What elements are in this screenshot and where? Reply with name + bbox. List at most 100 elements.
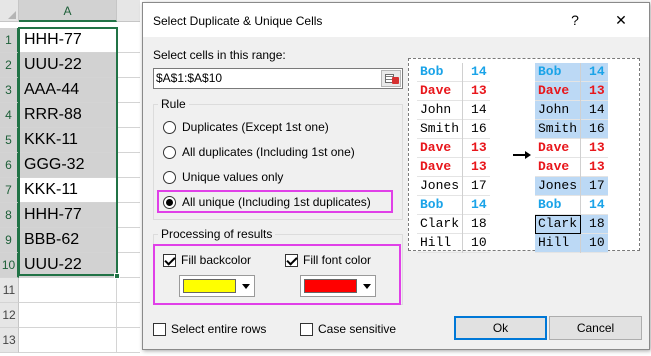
cell-b[interactable]	[117, 278, 140, 303]
preview-value: 10	[580, 233, 608, 253]
range-select-button[interactable]	[381, 70, 401, 87]
cell-b[interactable]	[117, 78, 140, 103]
help-button[interactable]: ?	[555, 8, 595, 32]
preview-name: Bob	[535, 63, 582, 82]
preview-row: John 14	[417, 100, 490, 120]
cell-b[interactable]	[117, 53, 140, 78]
rule-option-label-2: All duplicates (Including 1st one)	[182, 145, 355, 159]
cell-b[interactable]	[117, 103, 140, 128]
cell-b[interactable]	[117, 253, 140, 278]
fontcolor-chevron-down-icon	[363, 284, 371, 289]
cell-a[interactable]: KKK-11	[19, 178, 117, 203]
preview-value: 17	[471, 178, 487, 193]
preview-name: John	[417, 100, 464, 120]
cell-b[interactable]	[117, 28, 140, 53]
cell-b[interactable]	[117, 303, 140, 328]
row-header[interactable]: 7	[0, 178, 19, 203]
preview-row: Dave 13	[417, 81, 490, 101]
preview-name: Dave	[417, 81, 464, 101]
row-header[interactable]: 11	[0, 278, 19, 303]
cell-a[interactable]: UUU-22	[19, 53, 117, 78]
range-label: Select cells in this range:	[153, 48, 286, 62]
row-header[interactable]: 13	[0, 328, 19, 353]
rule-option-unique-only[interactable]: Unique values only	[163, 168, 283, 186]
preview-value: 10	[471, 235, 487, 250]
cell-a[interactable]: KKK-11	[19, 128, 117, 153]
row-header[interactable]: 1	[0, 28, 19, 53]
preview-value: 13	[580, 81, 608, 101]
cell-a[interactable]	[19, 328, 117, 353]
range-input[interactable]: $A$1:$A$10	[153, 68, 403, 89]
preview-row: Clark 18	[417, 214, 490, 234]
preview-row: Dave 13	[535, 138, 608, 158]
preview-name: Bob	[417, 63, 464, 82]
row-header[interactable]: 8	[0, 203, 19, 228]
preview-name: Hill	[417, 233, 464, 253]
column-header-b[interactable]	[117, 0, 140, 22]
cell-a[interactable]: RRR-88	[19, 103, 117, 128]
fill-backcolor-checkbox[interactable]	[163, 253, 176, 267]
fill-handle[interactable]	[114, 273, 120, 279]
cancel-button[interactable]: Cancel	[549, 316, 642, 340]
rule-option-all-unique[interactable]: All unique (Including 1st duplicates)	[163, 193, 371, 211]
cell-a[interactable]: BBB-62	[19, 228, 117, 253]
backcolor-dropdown[interactable]	[179, 275, 255, 297]
fill-font-label: Fill font color	[303, 253, 372, 267]
preview-name: Dave	[535, 81, 582, 101]
cell-b[interactable]	[117, 178, 140, 203]
cell-a[interactable]: UUU-22	[19, 253, 117, 278]
rule-radio-4[interactable]	[163, 195, 176, 209]
spreadsheet: A 1 HHH-77 2 UUU-22 3 AAA-44 4 RRR-88 5 KKK-11 6 GG…	[0, 0, 140, 356]
cell-b[interactable]	[117, 203, 140, 228]
case-sensitive-option[interactable]: Case sensitive	[300, 320, 396, 338]
row-header[interactable]: 12	[0, 303, 19, 328]
case-sensitive-checkbox[interactable]	[300, 322, 313, 336]
cell-a[interactable]	[19, 278, 117, 303]
select-entire-rows-option[interactable]: Select entire rows	[153, 320, 266, 338]
select-all-triangle	[8, 11, 16, 19]
preview-value: 16	[580, 119, 608, 139]
preview-value: 14	[580, 63, 608, 82]
cell-a[interactable]: GGG-32	[19, 153, 117, 178]
backcolor-chevron-down-icon	[242, 284, 250, 289]
cell-a[interactable]: HHH-77	[19, 28, 117, 53]
row-header[interactable]: 5	[0, 128, 19, 153]
close-button[interactable]: ✕	[601, 8, 641, 32]
row-header[interactable]: 2	[0, 53, 19, 78]
fill-font-checkbox[interactable]	[285, 253, 298, 267]
ok-button[interactable]: Ok	[454, 316, 547, 340]
dialog-titlebar[interactable]: Select Duplicate & Unique Cells ? ✕	[143, 3, 649, 37]
preview-row: Smith 16	[535, 119, 608, 139]
select-entire-rows-checkbox[interactable]	[153, 322, 166, 336]
row-header[interactable]: 6	[0, 153, 19, 178]
rule-radio-2[interactable]	[163, 145, 176, 159]
cell-b[interactable]	[117, 153, 140, 178]
cell-a[interactable]: AAA-44	[19, 78, 117, 103]
row-header[interactable]: 9	[0, 228, 19, 253]
rule-option-all-duplicates[interactable]: All duplicates (Including 1st one)	[163, 143, 355, 161]
preview-row: Dave 13	[535, 81, 608, 101]
select-all-corner[interactable]	[0, 0, 19, 22]
preview-row: Hill 10	[417, 233, 490, 253]
cell-a[interactable]: HHH-77	[19, 203, 117, 228]
cell-b[interactable]	[117, 228, 140, 253]
preview-value: 14	[589, 197, 605, 212]
preview-value: 13	[589, 140, 605, 155]
preview-row: Jones 17	[535, 176, 608, 196]
preview-row: Dave 13	[535, 157, 608, 177]
fill-backcolor-option[interactable]: Fill backcolor	[163, 251, 251, 269]
cell-b[interactable]	[117, 128, 140, 153]
row-header[interactable]: 10	[0, 253, 19, 278]
cell-a[interactable]	[19, 303, 117, 328]
rule-radio-1[interactable]	[163, 120, 176, 134]
cell-b[interactable]	[117, 328, 140, 353]
fill-font-option[interactable]: Fill font color	[285, 251, 371, 269]
rule-radio-3[interactable]	[163, 170, 176, 184]
row-header[interactable]: 3	[0, 78, 19, 103]
select-entire-rows-label: Select entire rows	[171, 322, 267, 336]
fontcolor-dropdown[interactable]	[300, 275, 376, 297]
rule-option-duplicates-except-first[interactable]: Duplicates (Except 1st one)	[163, 118, 329, 136]
row-header[interactable]: 4	[0, 103, 19, 128]
column-header-a[interactable]: A	[19, 0, 117, 22]
preview-name: Dave	[417, 138, 464, 158]
